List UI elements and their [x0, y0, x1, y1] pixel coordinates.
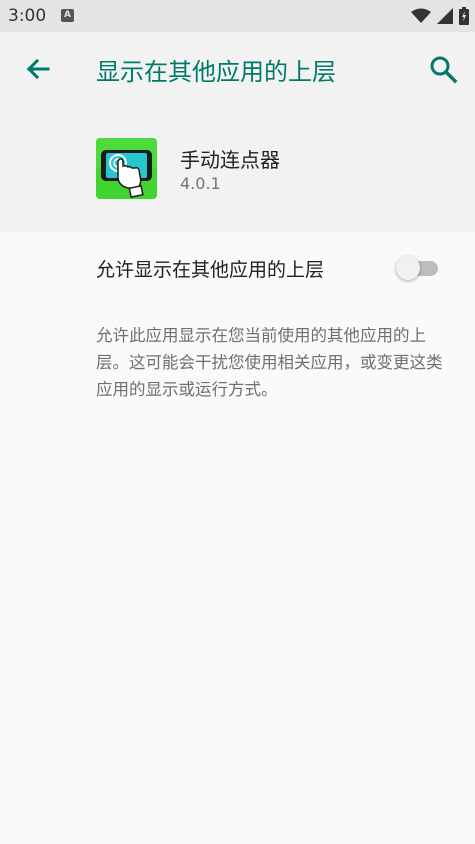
overlay-permission-row[interactable]: 允许显示在其他应用的上层 [0, 232, 475, 304]
page-title: 显示在其他应用的上层 [96, 58, 336, 86]
battery-icon [459, 7, 469, 25]
back-arrow-icon[interactable] [22, 54, 52, 84]
app-name: 手动连点器 [180, 148, 280, 172]
status-time: 3:00 [8, 6, 47, 26]
app-version: 4.0.1 [180, 174, 221, 193]
app-info-header: 显示在其他应用的上层 手动连点器 4.0.1 [0, 32, 475, 232]
toggle-thumb [396, 256, 420, 280]
overlay-permission-toggle[interactable] [396, 256, 440, 280]
permission-description: 允许此应用显示在您当前使用的其他应用的上层。这可能会干扰您使用相关应用，或变更这… [96, 326, 443, 399]
signal-icon [437, 8, 453, 24]
status-icons [411, 6, 469, 26]
wifi-icon [411, 8, 431, 23]
notification-icon: A [61, 9, 74, 22]
status-bar: 3:00 A [0, 0, 475, 32]
screen: 3:00 A 显示在其他应用的上层 手动连点器 4.0.1 允许显示在其他应用的… [0, 0, 475, 844]
app-icon [96, 138, 157, 199]
overlay-permission-label: 允许显示在其他应用的上层 [96, 259, 325, 281]
search-icon[interactable] [428, 54, 458, 84]
